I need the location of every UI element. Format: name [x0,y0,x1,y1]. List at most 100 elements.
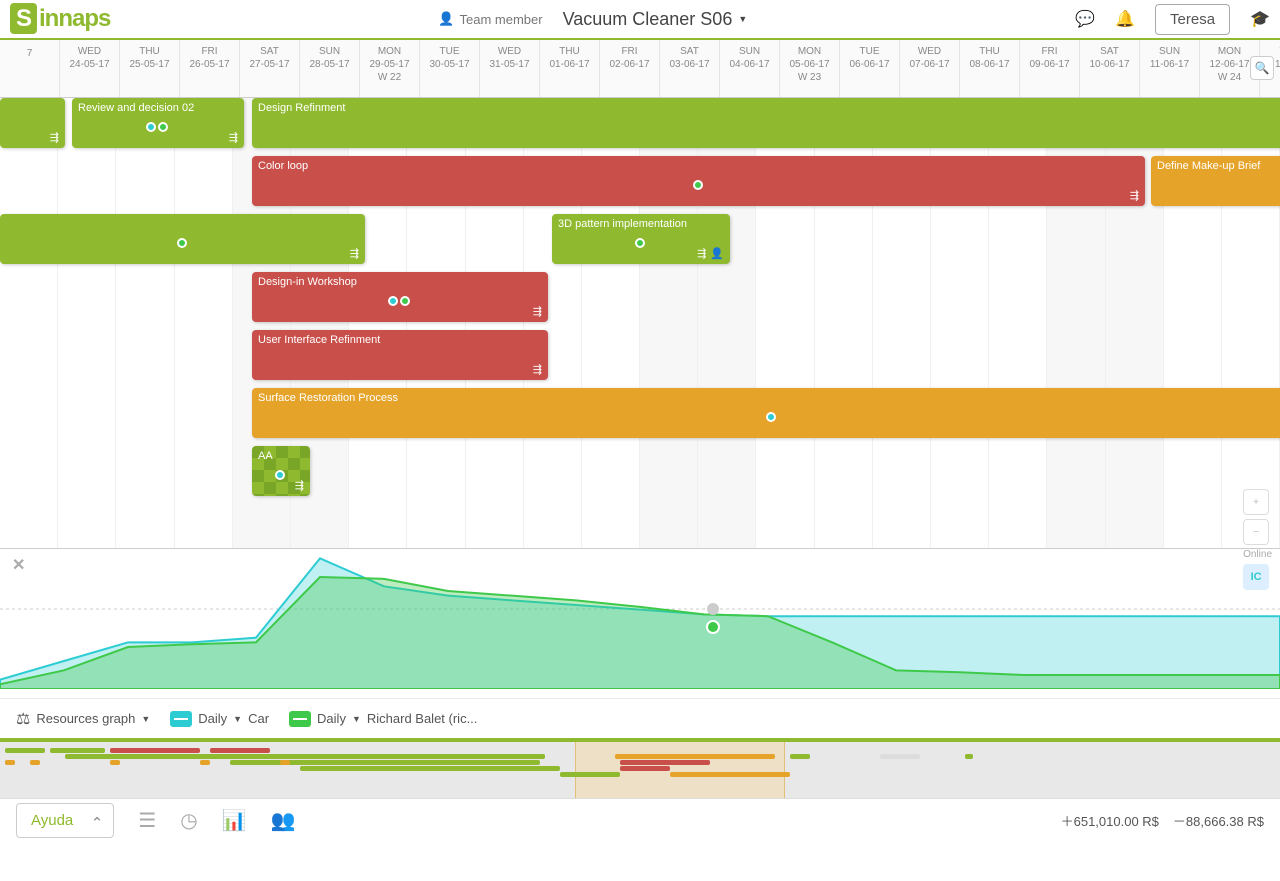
day-column: SAT03-06-17 [660,40,720,97]
overview-bar [5,748,45,753]
clock-icon[interactable]: ◷ [180,808,197,833]
org-icon: ⇶ [697,247,706,260]
task-bar[interactable]: ⇶ [0,214,365,264]
overview-bar [670,772,790,777]
day-column: MON05-06-17W 23 [780,40,840,97]
overview-bar [230,760,540,765]
resources-graph-dropdown[interactable]: ⚖ Resources graph ▼ [16,709,150,729]
overview-bar [110,760,120,765]
overview-bar [620,760,710,765]
overview-bar [210,748,270,753]
chat-icon[interactable]: 💬 [1075,9,1095,29]
overview-viewport[interactable] [575,742,785,798]
overview-bar [280,760,290,765]
task-bar[interactable]: User Interface Refinment ⇶ [252,330,548,380]
bell-icon[interactable]: 🔔 [1115,9,1135,29]
list-icon[interactable]: ☰ [138,808,156,833]
task-bar[interactable]: Review and decision 02⇶ [72,98,244,148]
status-dot [275,470,285,480]
footer: Ayuda ⌃ ☰ ◷ 📊 👥 ＋651,010.00 R$ －88,666.3… [0,798,1280,842]
task-bar[interactable]: 3D pattern implementation⇶👤 [552,214,730,264]
zoom-out-button[interactable]: − [1243,519,1269,545]
task-label: Review and decision 02 [78,102,238,114]
legend-name: Car [248,711,269,726]
search-icon: 🔍 [1255,61,1270,75]
status-dot [693,180,703,190]
legend-freq: Daily [198,711,227,726]
help-button[interactable]: Ayuda ⌃ [16,803,114,838]
overview-bar [620,766,670,771]
graduation-icon[interactable]: 🎓 [1250,9,1270,29]
resource-chart [0,549,1280,689]
gantt-chart[interactable]: ⇶Review and decision 02⇶Design Refinment… [0,98,1280,548]
task-bar[interactable]: AA ⇶ [252,446,310,496]
overview-bar [5,760,15,765]
overview-bar [110,748,200,753]
status-dot [177,238,187,248]
day-column: THU01-06-17 [540,40,600,97]
status-dot [635,238,645,248]
overview-bar [50,748,105,753]
task-label: Design Refinment [258,102,1280,114]
search-button[interactable]: 🔍 [1250,56,1274,80]
overview-bar [30,760,40,765]
org-icon: ⇶ [533,363,542,376]
team-label: Team member [459,12,542,27]
legend-swatch [289,711,311,727]
day-column: FRI26-05-17 [180,40,240,97]
task-label: 3D pattern implementation [558,218,724,230]
task-bar[interactable]: Color loop ⇶ [252,156,1145,206]
caret-down-icon: ▼ [738,14,747,24]
overview-bar [65,754,545,759]
gauge-icon[interactable]: 📊 [222,808,247,833]
day-column: FRI09-06-17 [1020,40,1080,97]
zoom-in-button[interactable]: + [1243,489,1269,515]
chevron-up-icon: ⌃ [91,814,104,832]
day-column: SUN11-06-17 [1140,40,1200,97]
expense-value: －88,666.38 R$ [1173,811,1264,830]
task-label: AA [258,450,304,462]
task-bar[interactable]: Define Make-up Brief [1151,156,1280,206]
caret-down-icon: ▼ [352,714,361,724]
income-value: ＋651,010.00 R$ [1061,811,1159,830]
day-column: TUE06-06-17 [840,40,900,97]
day-column: MON29-05-17W 22 [360,40,420,97]
user-button[interactable]: Teresa [1155,4,1230,35]
task-label: User Interface Refinment [258,334,542,346]
day-column: WED31-05-17 [480,40,540,97]
day-column: WED07-06-17 [900,40,960,97]
legend-freq: Daily [317,711,346,726]
project-dropdown[interactable]: Vacuum Cleaner S06 ▼ [563,9,748,30]
overview-bar [440,766,560,771]
overview-bar [200,760,210,765]
legend-swatch [170,711,192,727]
caret-down-icon: ▼ [141,714,150,724]
caret-down-icon: ▼ [233,714,242,724]
day-column: SAT27-05-17 [240,40,300,97]
legend-item[interactable]: Daily ▼ Car [170,711,269,727]
org-icon: ⇶ [1130,189,1139,202]
ic-button[interactable]: IC [1243,564,1269,590]
org-icon: ⇶ [295,479,304,492]
team-member-dropdown[interactable]: 👤 Team member [438,11,542,27]
overview-bar [615,754,775,759]
task-bar[interactable]: Design-in Workshop⇶ [252,272,548,322]
overview-strip[interactable] [0,738,1280,798]
overview-bar [790,754,810,759]
task-bar[interactable]: Surface Restoration Process [252,388,1280,438]
task-label: Surface Restoration Process [258,392,1280,404]
task-bar[interactable]: Design Refinment [252,98,1280,148]
side-controls: + − Online IC [1243,489,1272,590]
close-graph-button[interactable]: ✕ [12,555,25,575]
legend-item[interactable]: Daily ▼ Richard Balet (ric... [289,711,477,727]
overview-bar [965,754,973,759]
task-bar[interactable]: ⇶ [0,98,65,148]
day-column: THU25-05-17 [120,40,180,97]
help-label: Ayuda [31,812,73,829]
scale-icon: ⚖ [16,709,30,729]
app-header: Sinnaps 👤 Team member Vacuum Cleaner S06… [0,0,1280,40]
legend-name: Richard Balet (ric... [367,711,478,726]
task-label: Color loop [258,160,1139,172]
user-icon: 👤 [438,11,454,27]
people-icon[interactable]: 👥 [271,808,296,833]
